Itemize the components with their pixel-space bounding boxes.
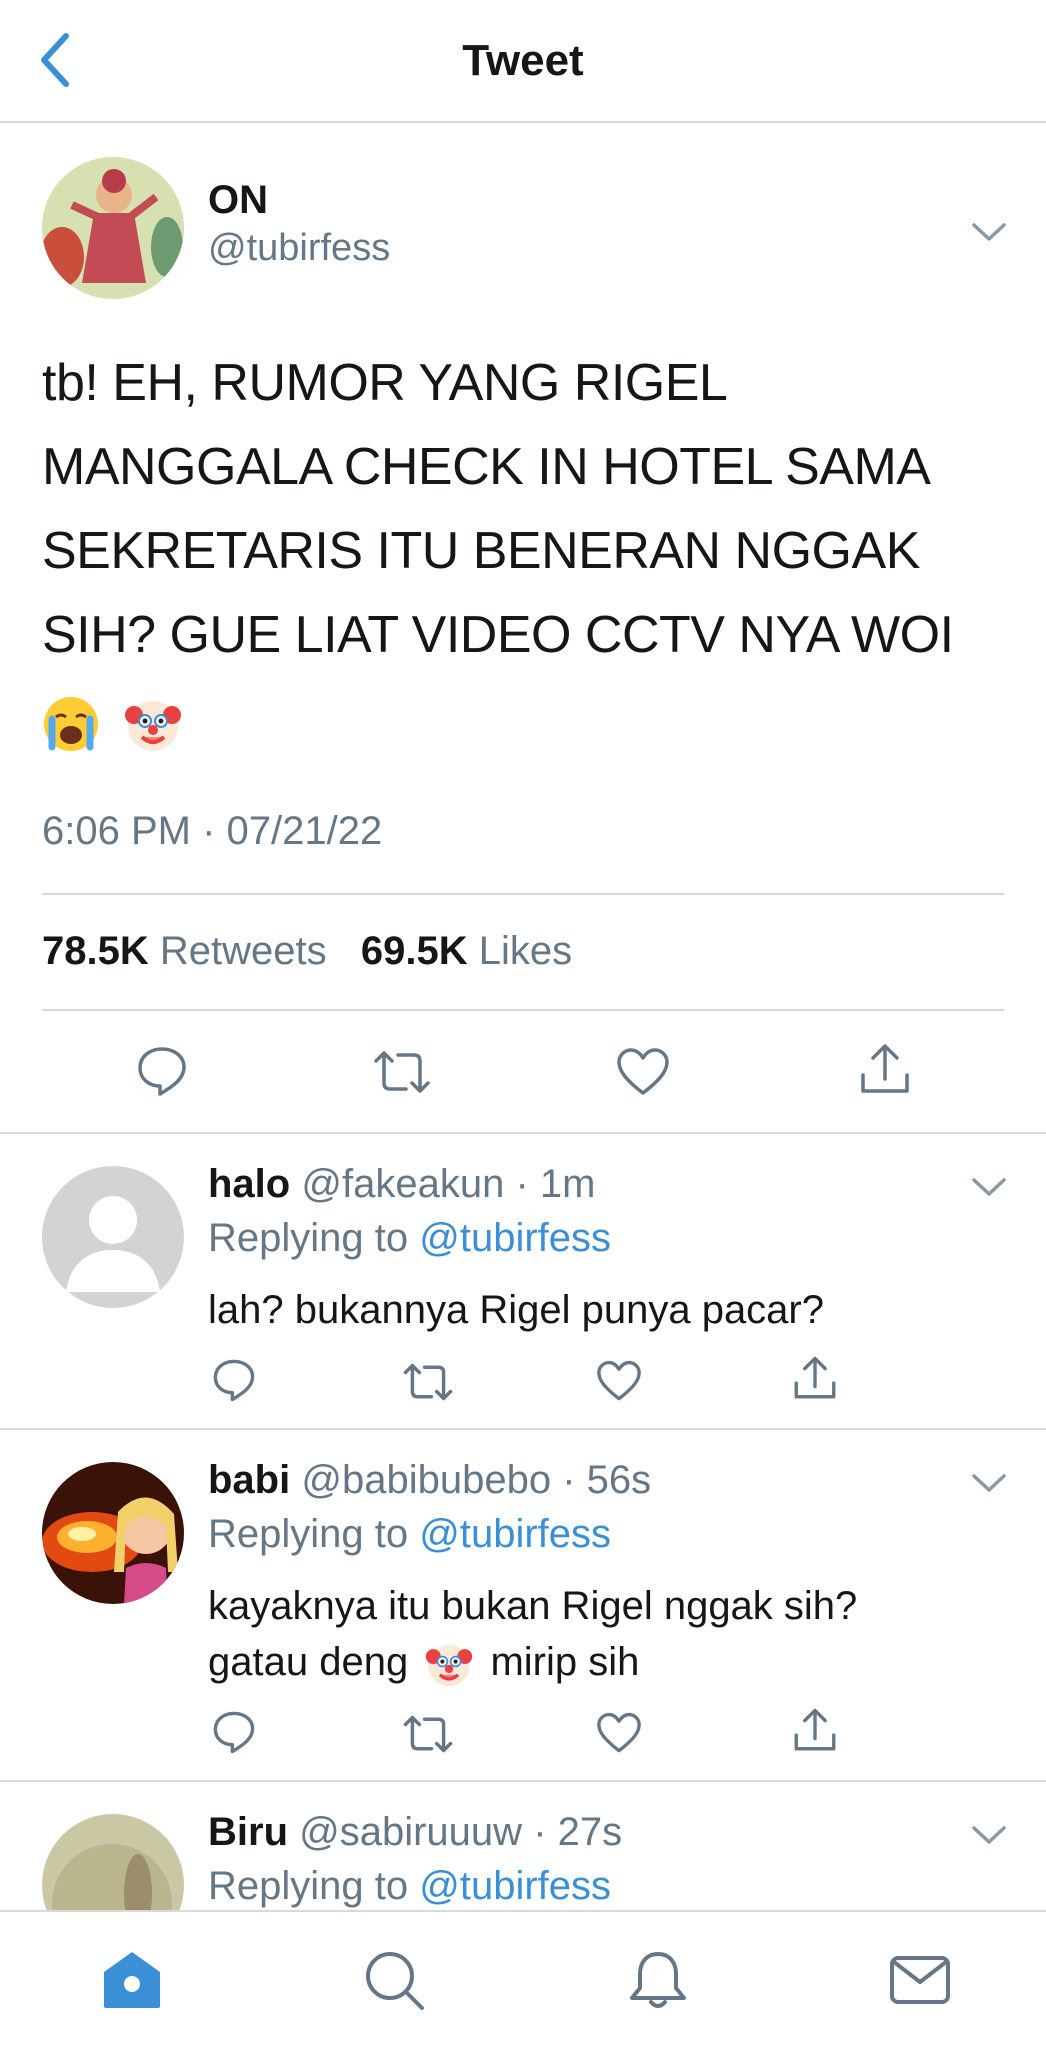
like-heart-icon[interactable] <box>596 1360 642 1402</box>
reply-author-handle[interactable]: @babibubebo <box>301 1458 551 1502</box>
reply-avatar[interactable] <box>42 1166 184 1308</box>
retweets-count[interactable]: 78.5K <box>42 929 149 973</box>
reply-time: · 1m <box>515 1162 596 1206</box>
reply-text: kayaknya itu bukan Rigel nggak sih? gata… <box>208 1578 1008 1690</box>
replying-to-mention[interactable]: @tubirfess <box>419 1864 611 1908</box>
tweet-text-line: tb! EH, RUMOR YANG RIGEL <box>42 354 728 412</box>
tweet-text: tb! EH, RUMOR YANG RIGEL MANGGALA CHECK … <box>42 341 1012 763</box>
retweet-icon[interactable] <box>372 1047 432 1097</box>
reply-text-segment: mirip sih <box>490 1640 640 1684</box>
chevron-down-icon[interactable] <box>970 1176 1008 1200</box>
reply-icon[interactable] <box>136 1045 188 1097</box>
replying-to: Replying to @tubirfess <box>208 1216 611 1261</box>
loudly-crying-face-icon <box>44 697 98 752</box>
replying-to: Replying to @tubirfess <box>208 1864 611 1909</box>
like-heart-icon[interactable] <box>616 1047 670 1097</box>
chevron-down-icon[interactable] <box>970 1824 1008 1848</box>
reply-author-name[interactable]: halo <box>208 1162 290 1206</box>
reply-meta: halo @fakeakun · 1m <box>208 1162 595 1207</box>
tweet-text-line: SEKRETARIS ITU BENERAN NGGAK <box>42 522 920 580</box>
share-icon[interactable] <box>792 1354 838 1402</box>
share-icon[interactable] <box>858 1041 912 1097</box>
likes-label[interactable]: Likes <box>479 929 572 973</box>
reply-tweet[interactable]: babi @babibubebo · 56s Replying to @tubi… <box>0 1430 1046 1782</box>
reply-time: · 56s <box>562 1458 652 1502</box>
home-icon[interactable] <box>100 1948 164 2012</box>
replying-to: Replying to @tubirfess <box>208 1512 611 1557</box>
author-handle[interactable]: @tubirfess <box>208 227 390 270</box>
replying-to-mention[interactable]: @tubirfess <box>419 1512 611 1556</box>
chevron-down-icon[interactable] <box>970 1472 1008 1496</box>
reply-icon[interactable] <box>212 1358 256 1402</box>
author-avatar[interactable] <box>42 157 184 299</box>
reply-text-line: lah? bukannya Rigel punya pacar? <box>208 1288 824 1332</box>
reply-author-handle[interactable]: @sabiruuuw <box>299 1810 522 1854</box>
reply-meta: babi @babibubebo · 56s <box>208 1458 651 1503</box>
retweets-label[interactable]: Retweets <box>160 929 327 973</box>
reply-author-name[interactable]: babi <box>208 1458 290 1502</box>
tweet-text-line: SIH? GUE LIAT VIDEO CCTV NYA WOI <box>42 606 954 664</box>
notifications-bell-icon[interactable] <box>626 1948 690 2012</box>
divider <box>42 1009 1004 1011</box>
reply-time: · 27s <box>533 1810 623 1854</box>
reply-text-line: kayaknya itu bukan Rigel nggak sih? <box>208 1584 858 1628</box>
page-title: Tweet <box>462 36 584 85</box>
likes-count[interactable]: 69.5K <box>361 929 468 973</box>
tweet-stats: 78.5K Retweets 69.5K Likes <box>42 929 572 974</box>
reply-text: lah? bukannya Rigel punya pacar? <box>208 1282 1008 1338</box>
reply-author-name[interactable]: Biru <box>208 1810 288 1854</box>
reply-meta: Biru @sabiruuuw · 27s <box>208 1810 622 1855</box>
like-heart-icon[interactable] <box>596 1712 642 1754</box>
replying-to-label: Replying to <box>208 1864 409 1908</box>
messages-envelope-icon[interactable] <box>888 1948 952 2012</box>
top-nav-bar: Tweet <box>0 0 1046 123</box>
reply-author-handle[interactable]: @fakeakun <box>301 1162 504 1206</box>
tweet-timestamp: 6:06 PM · 07/21/22 <box>42 809 383 853</box>
reply-icon[interactable] <box>212 1710 256 1754</box>
reply-avatar[interactable] <box>42 1462 184 1604</box>
retweet-icon[interactable] <box>402 1712 454 1756</box>
divider <box>42 893 1004 895</box>
replying-to-mention[interactable]: @tubirfess <box>419 1216 611 1260</box>
replying-to-label: Replying to <box>208 1216 409 1260</box>
clown-face-icon <box>124 701 181 752</box>
replying-to-label: Replying to <box>208 1512 409 1556</box>
chevron-down-icon[interactable] <box>970 221 1008 245</box>
bottom-tab-bar <box>0 1910 1046 2048</box>
share-icon[interactable] <box>792 1706 838 1754</box>
reply-text-line: gatau deng mirip sih <box>208 1634 1008 1690</box>
retweet-icon[interactable] <box>402 1360 454 1404</box>
tweet-text-line: MANGGALA CHECK IN HOTEL SAMA <box>42 438 931 496</box>
tweet-emoji-row <box>42 677 1012 763</box>
reply-tweet[interactable]: halo @fakeakun · 1m Replying to @tubirfe… <box>0 1134 1046 1430</box>
clown-face-icon <box>426 1645 473 1687</box>
reply-text-segment: gatau deng <box>208 1640 409 1684</box>
author-name[interactable]: ON <box>208 178 268 223</box>
search-icon[interactable] <box>362 1948 426 2012</box>
